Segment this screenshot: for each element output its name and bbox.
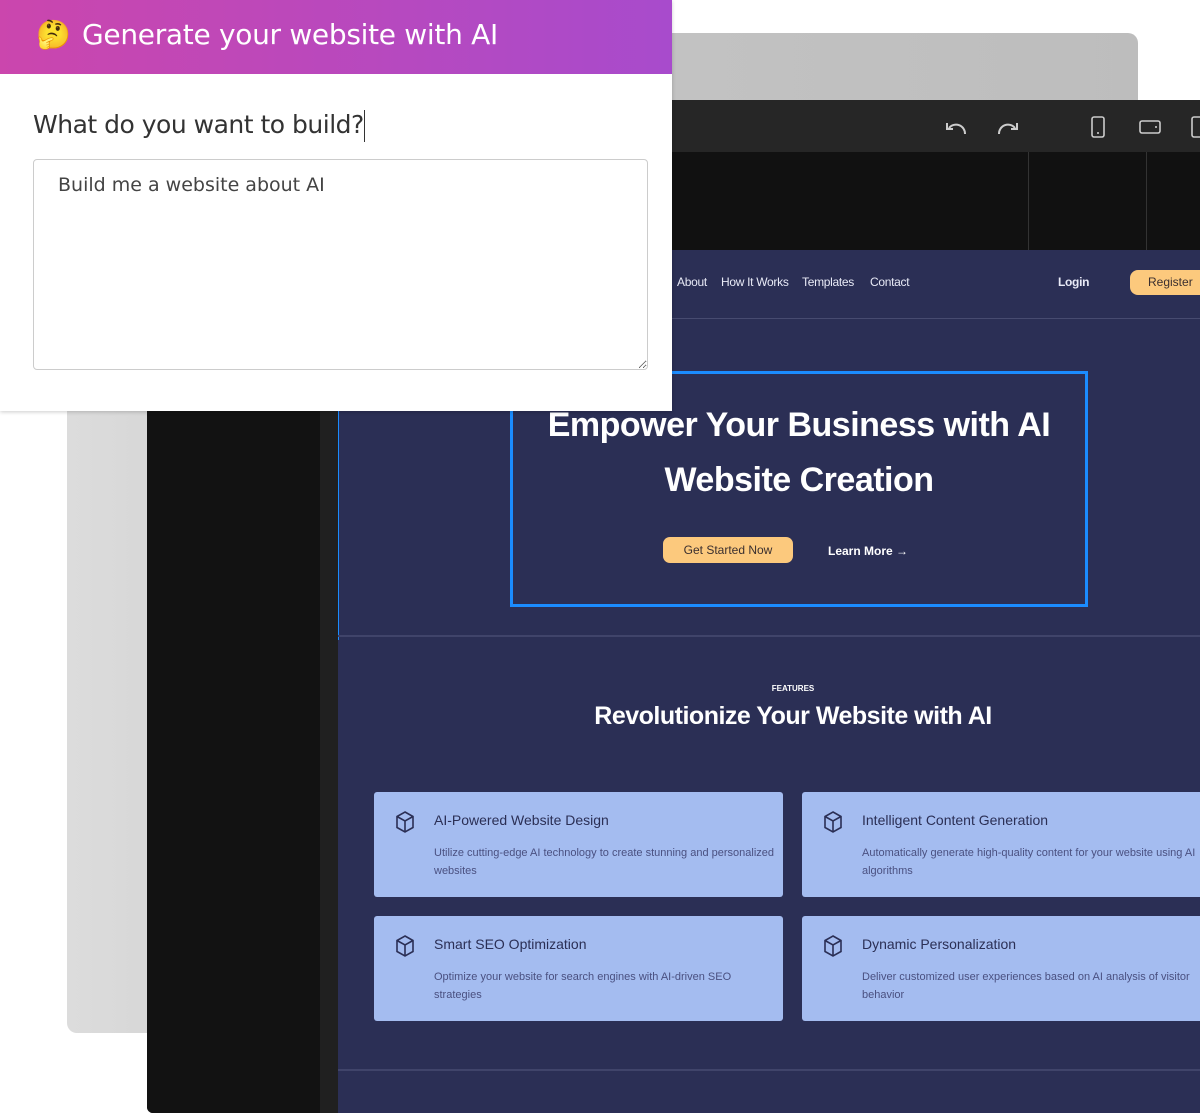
cube-icon — [824, 935, 842, 957]
tablet-view-icon[interactable] — [1137, 114, 1163, 140]
generate-website-dialog: 🤔 Generate your website with AI What do … — [0, 0, 672, 411]
redo-icon[interactable] — [995, 114, 1021, 140]
feature-description: Deliver customized user experiences base… — [862, 971, 1190, 1001]
prompt-label-text: What do you want to build? — [33, 110, 364, 139]
hero-title-line: Website Creation — [664, 461, 934, 499]
dialog-title: Generate your website with AI — [82, 18, 498, 51]
mobile-view-icon[interactable] — [1085, 114, 1111, 140]
learn-more-link[interactable]: Learn More → — [828, 544, 908, 558]
nav-link-how-it-works[interactable]: How It Works — [721, 275, 789, 289]
hero-title: Empower Your Business with AI Website Cr… — [513, 398, 1085, 508]
selection-outline — [338, 395, 339, 640]
desktop-view-icon[interactable] — [1189, 114, 1200, 140]
feature-card: Intelligent Content Generation Automatic… — [802, 792, 1200, 897]
feature-title: Intelligent Content Generation — [862, 812, 1049, 828]
features-title: Revolutionize Your Website with AI — [594, 702, 992, 730]
login-link[interactable]: Login — [1058, 275, 1089, 289]
divider — [338, 1069, 1200, 1071]
feature-card: Dynamic Personalization Deliver customiz… — [802, 916, 1200, 1021]
cube-icon — [396, 811, 414, 833]
get-started-button[interactable]: Get Started Now — [663, 537, 793, 563]
features-label: FEATURES — [771, 684, 815, 693]
undo-icon[interactable] — [943, 114, 969, 140]
feature-description: Automatically generate high-quality cont… — [862, 847, 1196, 877]
feature-title: AI-Powered Website Design — [434, 812, 609, 828]
feature-title: Smart SEO Optimization — [434, 936, 587, 952]
register-button[interactable]: Register — [1130, 270, 1200, 295]
text-cursor — [363, 110, 365, 142]
nav-link-templates[interactable]: Templates — [802, 275, 854, 289]
feature-card: Smart SEO Optimization Optimize your web… — [374, 916, 783, 1021]
divider — [338, 635, 1200, 637]
feature-description: Optimize your website for search engines… — [434, 971, 732, 1001]
nav-link-about[interactable]: About — [677, 275, 707, 289]
thinking-face-icon: 🤔 — [36, 19, 71, 50]
prompt-label: What do you want to build? — [33, 110, 365, 142]
feature-card: AI-Powered Website Design Utilize cuttin… — [374, 792, 783, 897]
dialog-header: 🤔 Generate your website with AI — [0, 0, 672, 74]
divider — [1028, 152, 1029, 250]
divider — [1146, 152, 1147, 250]
cube-icon — [396, 935, 414, 957]
nav-link-contact[interactable]: Contact — [870, 275, 910, 289]
feature-title: Dynamic Personalization — [862, 936, 1017, 952]
cube-icon — [824, 811, 842, 833]
prompt-input[interactable]: Build me a website about AI — [33, 159, 648, 370]
feature-description: Utilize cutting-edge AI technology to cr… — [434, 847, 774, 877]
